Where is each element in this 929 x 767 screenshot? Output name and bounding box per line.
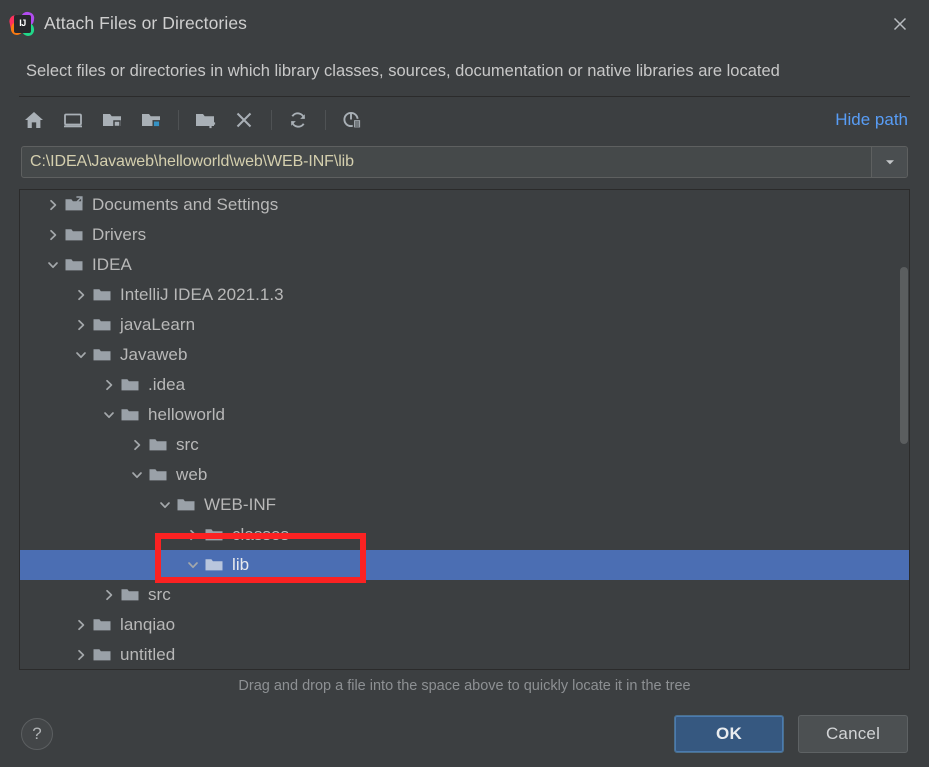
folder-icon (120, 585, 144, 605)
tree-row-label: .idea (148, 375, 186, 394)
chevron-down-icon[interactable] (70, 348, 92, 362)
chevron-right-icon[interactable] (98, 588, 120, 602)
directory-tree-panel: Documents and Settings Drivers IDEA Intelli… (19, 189, 910, 670)
folder-icon (176, 495, 200, 515)
module-folder-icon[interactable] (97, 105, 127, 135)
toolbar: Hide path (0, 97, 929, 143)
path-input[interactable] (22, 147, 871, 177)
tree-row-label: Documents and Settings (92, 195, 279, 214)
drag-drop-hint: Drag and drop a file into the space abov… (238, 677, 691, 694)
toolbar-divider-1 (178, 110, 179, 130)
path-combobox[interactable] (21, 146, 908, 178)
folder-icon (92, 615, 116, 635)
hide-path-link[interactable]: Hide path (835, 110, 910, 130)
folder-icon (92, 345, 116, 365)
folder-icon (92, 645, 116, 665)
folder-icon (204, 525, 228, 545)
chevron-right-icon[interactable] (70, 648, 92, 662)
tree-row[interactable]: src (20, 430, 909, 460)
tree-row-label: WEB-INF (204, 495, 277, 514)
dialog-title: Attach Files or Directories (44, 13, 248, 33)
help-button[interactable]: ? (21, 718, 53, 750)
tree-row-label: lanqiao (120, 615, 176, 634)
title-bar: IJ Attach Files or Directories (0, 0, 929, 47)
show-hidden-files-icon[interactable] (337, 105, 367, 135)
tree-row[interactable]: javaLearn (20, 310, 909, 340)
folder-junction-icon (64, 195, 88, 215)
chevron-right-icon[interactable] (42, 198, 64, 212)
tree-row-label: IntelliJ IDEA 2021.1.3 (120, 285, 284, 304)
toolbar-divider-2 (271, 110, 272, 130)
path-row (0, 143, 929, 181)
tree-row-label: src (176, 435, 199, 454)
tree-row-label: javaLearn (120, 315, 196, 334)
close-icon[interactable] (885, 9, 915, 39)
tree-row-label: Javaweb (120, 345, 188, 364)
tree-row[interactable]: .idea (20, 370, 909, 400)
folder-icon (120, 405, 144, 425)
chevron-right-icon[interactable] (98, 378, 120, 392)
chevron-down-icon[interactable] (126, 468, 148, 482)
toolbar-divider-3 (325, 110, 326, 130)
dialog-footer: ? OK Cancel (0, 701, 929, 767)
tree-row[interactable]: Javaweb (20, 340, 909, 370)
tree-row[interactable]: WEB-INF (20, 490, 909, 520)
intellij-idea-logo-icon: IJ (8, 10, 36, 37)
tree-row[interactable]: Drivers (20, 220, 909, 250)
home-icon[interactable] (19, 105, 49, 135)
new-folder-icon[interactable] (190, 105, 220, 135)
tree-row[interactable]: untitled (20, 640, 909, 669)
tree-row-label: web (176, 465, 208, 484)
chevron-down-icon[interactable] (871, 147, 907, 177)
tree-row[interactable]: web (20, 460, 909, 490)
chevron-down-icon[interactable] (42, 258, 64, 272)
dialog-description: Select files or directories in which lib… (26, 62, 780, 80)
folder-icon (120, 375, 144, 395)
tree-row[interactable]: Documents and Settings (20, 190, 909, 220)
folder-icon (92, 315, 116, 335)
chevron-down-icon[interactable] (98, 408, 120, 422)
chevron-right-icon[interactable] (126, 438, 148, 452)
tree-row-label: Drivers (92, 225, 147, 244)
refresh-icon[interactable] (283, 105, 313, 135)
chevron-right-icon[interactable] (182, 528, 204, 542)
chevron-right-icon[interactable] (42, 228, 64, 242)
chevron-right-icon[interactable] (70, 618, 92, 632)
tree-row-selected[interactable]: lib (20, 550, 909, 580)
tree-row-label: classes (232, 525, 290, 544)
chevron-right-icon[interactable] (70, 318, 92, 332)
folder-icon (92, 285, 116, 305)
tree-row[interactable]: lanqiao (20, 610, 909, 640)
folder-icon (64, 255, 88, 275)
project-folder-icon[interactable] (136, 105, 166, 135)
folder-icon (64, 225, 88, 245)
tree-row[interactable]: helloworld (20, 400, 909, 430)
tree-scrollbar[interactable] (898, 190, 909, 669)
tree-row[interactable]: IDEA (20, 250, 909, 280)
chevron-down-icon[interactable] (182, 558, 204, 572)
tree-row-label: untitled (120, 645, 176, 664)
delete-icon[interactable] (229, 105, 259, 135)
tree-row[interactable]: src (20, 580, 909, 610)
tree-row[interactable]: classes (20, 520, 909, 550)
cancel-button[interactable]: Cancel (798, 715, 908, 753)
folder-icon (148, 435, 172, 455)
tree-scrollbar-thumb[interactable] (900, 266, 908, 444)
chevron-right-icon[interactable] (70, 288, 92, 302)
chevron-down-icon[interactable] (154, 498, 176, 512)
tree-row[interactable]: IntelliJ IDEA 2021.1.3 (20, 280, 909, 310)
attach-files-dialog: IJ Attach Files or Directories Select fi… (0, 0, 929, 767)
logo-plate-text: IJ (14, 14, 31, 33)
directory-tree[interactable]: Documents and Settings Drivers IDEA Intelli… (20, 190, 909, 669)
tree-row-label: IDEA (92, 255, 132, 274)
tree-row-label: helloworld (148, 405, 226, 424)
folder-icon (204, 555, 228, 575)
ok-button[interactable]: OK (674, 715, 784, 753)
desktop-icon[interactable] (58, 105, 88, 135)
folder-icon (148, 465, 172, 485)
tree-row-label: src (148, 585, 171, 604)
tree-row-label: lib (232, 555, 250, 574)
